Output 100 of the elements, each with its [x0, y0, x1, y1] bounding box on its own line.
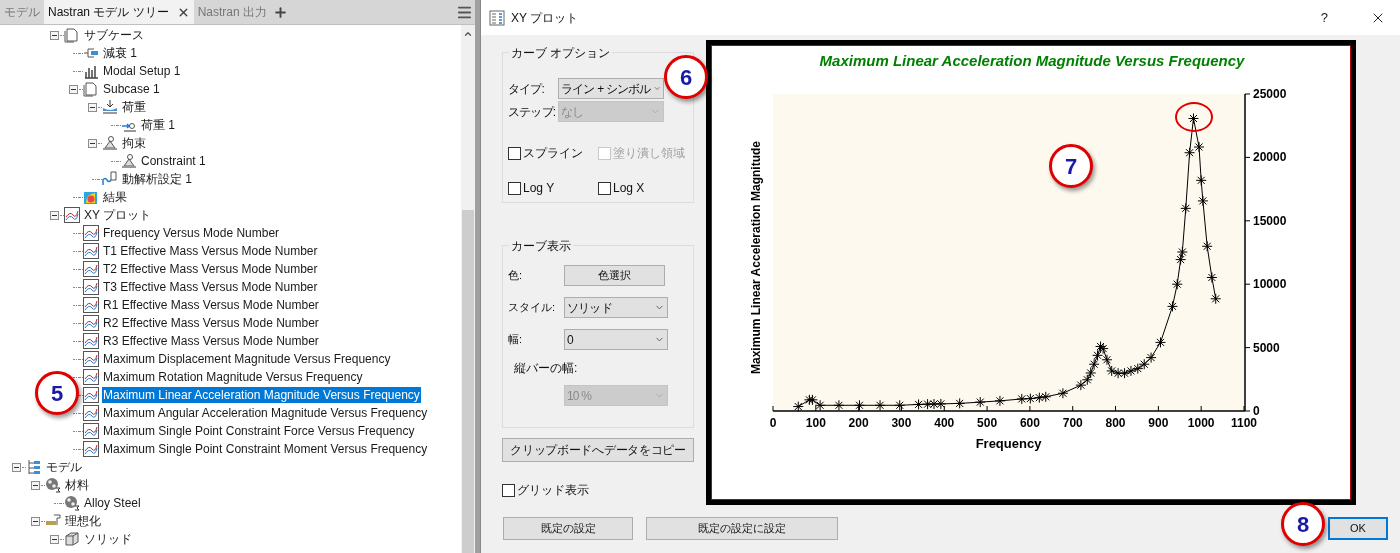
- help-button[interactable]: ?: [1320, 7, 1328, 28]
- data-point: [1138, 358, 1150, 370]
- data-point: [1171, 278, 1183, 290]
- damper-icon: [83, 45, 99, 61]
- tree-item[interactable]: R2 Effective Mass Versus Mode Number: [102, 315, 320, 331]
- line-chart-icon: [83, 315, 99, 331]
- color-picker-button[interactable]: 色選択: [564, 265, 665, 286]
- data-point: [1195, 174, 1207, 186]
- tree-item[interactable]: R3 Effective Mass Versus Mode Number: [102, 333, 320, 349]
- checkbox[interactable]: スプライン: [508, 144, 598, 162]
- data-point: [1119, 367, 1131, 379]
- collapse-toggle[interactable]: [68, 84, 78, 94]
- data-point: [1210, 293, 1222, 305]
- tree-item[interactable]: 減衰 1: [102, 45, 138, 61]
- material-icon: [64, 495, 80, 511]
- tree-item[interactable]: Frequency Versus Mode Number: [102, 225, 281, 241]
- dropdown[interactable]: ソリッド: [564, 297, 668, 318]
- data-point: [1167, 300, 1178, 312]
- tree-item[interactable]: 荷重: [121, 99, 147, 115]
- tree-item[interactable]: サブケース: [83, 27, 145, 43]
- data-point: [1125, 365, 1137, 377]
- scrollbar[interactable]: [461, 25, 475, 553]
- tree-item[interactable]: 荷重 1: [140, 117, 176, 133]
- collapse-toggle[interactable]: [49, 534, 59, 544]
- collapse-toggle[interactable]: [11, 462, 21, 472]
- material-icon: [45, 477, 61, 493]
- tree-item[interactable]: Maximum Single Point Constraint Moment Versus Frequency: [102, 441, 429, 457]
- line-chart-icon: [83, 441, 99, 457]
- collapse-toggle[interactable]: [87, 102, 97, 112]
- scroll-thumb[interactable]: [462, 210, 474, 553]
- defaults-button[interactable]: 既定の設定: [503, 517, 633, 540]
- collapse-toggle[interactable]: [87, 138, 97, 148]
- tree-item[interactable]: Modal Setup 1: [102, 63, 182, 79]
- data-point: [974, 396, 986, 408]
- tree-item[interactable]: 拘束: [121, 135, 147, 151]
- tree-item[interactable]: R1 Effective Mass Versus Mode Number: [102, 297, 320, 313]
- tree-item[interactable]: XY プロット: [83, 207, 153, 223]
- x-tick-label: 200: [848, 416, 869, 430]
- panel-tab[interactable]: Nastran モデル ツリー: [44, 0, 194, 24]
- data-point: [792, 401, 804, 413]
- bar-chart-icon: [83, 63, 99, 79]
- tree-item[interactable]: ソリッド: [83, 531, 133, 547]
- data-point: [1057, 387, 1069, 399]
- scroll-up-icon[interactable]: [463, 29, 473, 39]
- x-tick-label: 900: [1148, 416, 1169, 430]
- collapse-toggle[interactable]: [49, 210, 59, 220]
- y-tick-label: 0: [1253, 404, 1260, 418]
- tree-item[interactable]: Maximum Linear Acceleration Magnitude Versus Frequency: [102, 387, 421, 403]
- group-legend: カーブ表示: [509, 237, 573, 255]
- collapse-toggle[interactable]: [30, 516, 40, 526]
- tree-item[interactable]: T2 Effective Mass Versus Mode Number: [102, 261, 319, 277]
- tree-item[interactable]: 材料: [64, 477, 90, 493]
- tree-item[interactable]: Maximum Angular Acceleration Magnitude Versus Frequency: [102, 405, 429, 421]
- data-point: [874, 399, 886, 411]
- ok-button[interactable]: OK: [1328, 517, 1388, 540]
- tree-item[interactable]: Constraint 1: [140, 153, 207, 169]
- tree-item[interactable]: 結果: [102, 189, 128, 205]
- document-icon: [64, 27, 80, 43]
- highlight-ring: [1175, 102, 1213, 132]
- checkbox[interactable]: Log X: [598, 179, 688, 197]
- collapse-toggle[interactable]: [49, 30, 59, 40]
- data-point: [1085, 367, 1097, 379]
- dropdown[interactable]: 0: [564, 329, 668, 350]
- data-point: [1206, 272, 1218, 283]
- checkbox[interactable]: グリッド表示: [502, 481, 694, 499]
- x-tick-label: 700: [1062, 416, 1083, 430]
- data-point: [1092, 349, 1104, 361]
- window-title: XY プロット: [511, 9, 579, 27]
- data-point: [1132, 363, 1144, 375]
- copy-to-clipboard-button[interactable]: クリップボードへデータをコピー: [502, 438, 694, 462]
- tree-item[interactable]: Maximum Rotation Magnitude Versus Frequency: [102, 369, 364, 385]
- data-point: [1016, 393, 1028, 405]
- defaults-button[interactable]: 既定の設定に設定: [646, 517, 838, 540]
- y-axis-label: Maximum Linear Acceleration Magnitude: [749, 141, 763, 374]
- data-point: [1112, 367, 1124, 379]
- dropdown[interactable]: ライン + シンボル: [558, 78, 664, 99]
- data-point: [1197, 195, 1209, 207]
- data-point: [833, 399, 845, 411]
- tree-item[interactable]: Maximum Displacement Magnitude Versus Frequency: [102, 351, 392, 367]
- tree-item[interactable]: Subcase 1: [102, 81, 161, 97]
- x-axis-label: Frequency: [975, 436, 1042, 451]
- line-chart-icon: [83, 387, 99, 403]
- tree-item[interactable]: 動解析設定 1: [121, 171, 193, 187]
- tree-item[interactable]: モデル: [45, 459, 83, 475]
- add-tab-icon[interactable]: [273, 4, 289, 20]
- tree-item[interactable]: 理想化: [64, 513, 102, 529]
- data-point: [1040, 391, 1052, 403]
- tree-item[interactable]: T3 Effective Mass Versus Mode Number: [102, 279, 319, 295]
- tree-item[interactable]: T1 Effective Mass Versus Mode Number: [102, 243, 319, 259]
- data-point: [1033, 392, 1045, 404]
- support-icon: [121, 153, 137, 169]
- x-tick-label: 0: [769, 416, 777, 430]
- checkbox[interactable]: Log Y: [508, 179, 598, 197]
- group-legend: カーブ オプション: [509, 44, 613, 62]
- tree-item[interactable]: Maximum Single Point Constraint Force Versus Frequency: [102, 423, 416, 439]
- line-chart-icon: [83, 243, 99, 259]
- collapse-toggle[interactable]: [30, 480, 40, 490]
- tree-item[interactable]: Alloy Steel: [83, 495, 142, 511]
- wave-document-icon: [102, 171, 118, 187]
- data-point: [1201, 240, 1213, 252]
